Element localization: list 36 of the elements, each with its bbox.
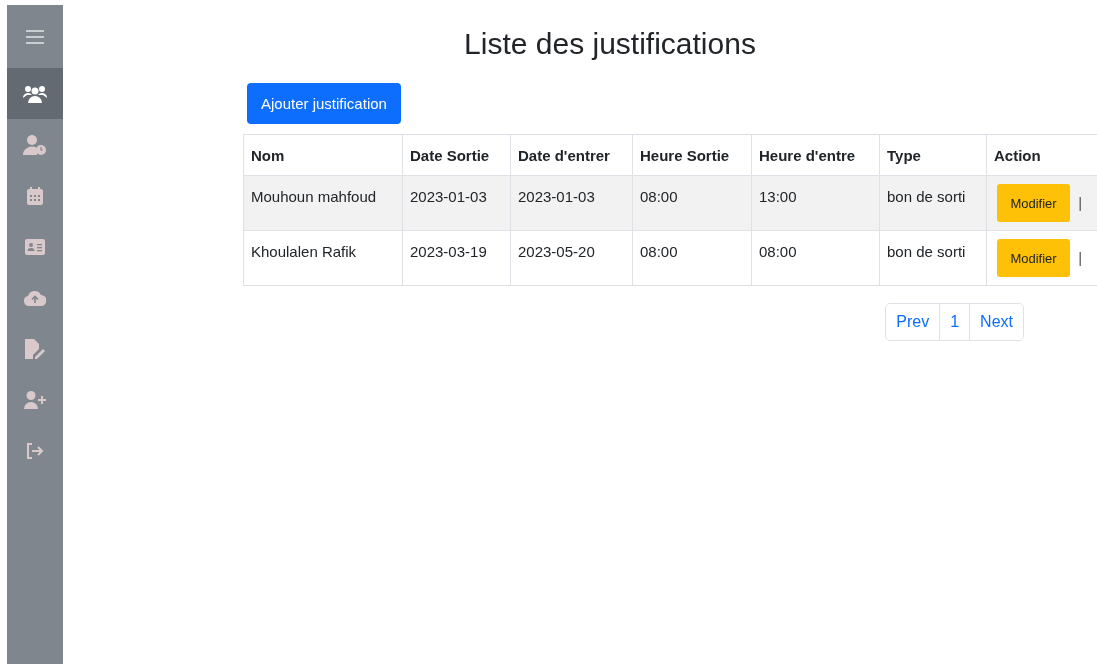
table-cell: 2023-03-19 [402, 230, 511, 286]
column-header: Action [986, 134, 1097, 176]
column-header: Nom [243, 134, 403, 176]
logout-icon [26, 442, 44, 459]
table-cell: 2023-01-03 [510, 175, 633, 231]
table-cell: bon de sorti [879, 230, 987, 286]
user-clock-icon [23, 134, 47, 155]
column-header: Type [879, 134, 987, 176]
modifier-button[interactable]: Modifier [997, 184, 1070, 222]
column-header: Heure d'entre [751, 134, 880, 176]
separator: | [1078, 193, 1083, 211]
table-cell: Khoulalen Rafik [243, 230, 403, 286]
table-cell: bon de sorti [879, 175, 987, 231]
menu-icon [26, 29, 44, 44]
table-cell: 2023-01-03 [402, 175, 511, 231]
page-title: Liste des justifications [464, 26, 756, 62]
sidebar-item[interactable] [7, 68, 63, 119]
column-header: Date Sortie [402, 134, 511, 176]
table-cell: 13:00 [751, 175, 880, 231]
table-cell: Mouhoun mahfoud [243, 175, 403, 231]
separator: | [1078, 248, 1083, 266]
modifier-button[interactable]: Modifier [997, 239, 1070, 277]
calendar-icon [27, 186, 43, 205]
table-cell: 2023-05-20 [510, 230, 633, 286]
add-justification-button[interactable]: Ajouter justification [247, 83, 401, 124]
id-card-icon [25, 238, 45, 255]
users-icon [23, 84, 47, 103]
cloud-upload-icon [24, 289, 46, 306]
table-cell: 08:00 [632, 175, 752, 231]
file-pen-icon [25, 338, 45, 359]
column-header: Date d'entrer [510, 134, 633, 176]
user-plus-icon [24, 390, 46, 409]
table-cell: 08:00 [751, 230, 880, 286]
column-header: Heure Sortie [632, 134, 752, 176]
next-page-button[interactable]: Next [969, 304, 1023, 340]
table-cell: 08:00 [632, 230, 752, 286]
